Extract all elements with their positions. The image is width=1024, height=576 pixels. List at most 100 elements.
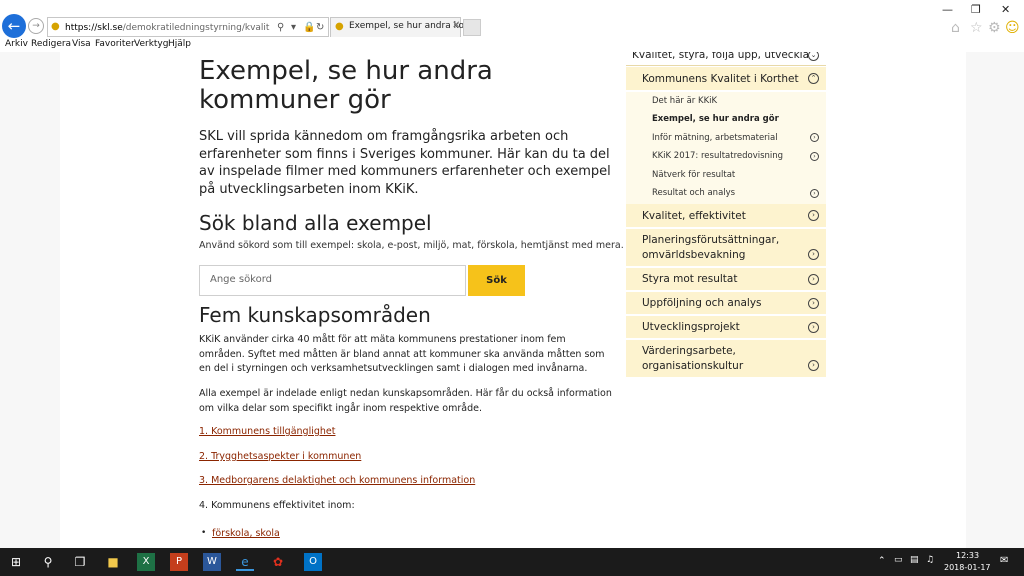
link-trygghetsaspekter[interactable]: 2. Trygghetsaspekter i kommunen — [199, 451, 361, 462]
internet-explorer-icon[interactable]: e — [236, 553, 254, 571]
windows-start-icon[interactable]: ⊞ — [7, 553, 25, 571]
sidebar-item-label: Värderingsarbete, organisationskultur — [642, 345, 744, 372]
home-icon[interactable]: ⌂ — [951, 20, 960, 36]
chevron-right-icon[interactable]: › — [810, 189, 819, 198]
sidebar-item-uppfoljning[interactable]: Uppföljning och analys › — [626, 292, 826, 315]
page-title: Exempel, se hur andra kommuner gör — [199, 56, 493, 115]
favorites-star-icon[interactable]: ☆ — [970, 20, 983, 36]
sidebar-sub-resultatredovisning[interactable]: KKiK 2017: resultatredovisning — [652, 151, 783, 161]
sidebar-sub-resultat-analys[interactable]: Resultat och analys — [652, 188, 735, 198]
menu-hjalp[interactable]: Hjälp — [168, 38, 191, 51]
taskbar: ⊞ ⚲ ❐ ■ X P W e ✿ O ⌃ ▭ ▤ ♫ 12:33 2018-0… — [0, 548, 1024, 576]
chevron-up-icon[interactable]: ⌃ — [878, 556, 886, 566]
address-bar[interactable]: ● https://skl.se/demokratiledningstyrnin… — [47, 17, 329, 37]
maximize-icon[interactable]: ❐ — [971, 3, 981, 16]
menu-favoriter[interactable]: Favoriter — [95, 38, 135, 51]
forward-arrow-icon[interactable]: → — [28, 18, 44, 34]
browser-chrome: ← → ● https://skl.se/demokratiledningsty… — [0, 0, 1024, 52]
battery-icon[interactable]: ▭ — [894, 555, 903, 565]
tab-title: Exempel, se hur andra kom... — [349, 21, 482, 31]
sidebar-sub-natverk[interactable]: Nätverk för resultat — [652, 170, 735, 180]
sidebar-sub-exempel[interactable]: Exempel, se hur andra gör — [652, 114, 779, 124]
new-tab-button[interactable] — [463, 19, 481, 36]
sidebar-item-varderingsarbete[interactable]: Värderingsarbete, organisationskultur › — [626, 340, 826, 378]
lock-icon[interactable]: 🔒 — [303, 20, 315, 36]
site-favicon-icon: ● — [51, 21, 60, 32]
search-button[interactable]: Sök — [468, 265, 525, 296]
excel-icon[interactable]: X — [137, 553, 155, 571]
sidebar-subnav: Det här är KKiK Exempel, se hur andra gö… — [626, 92, 826, 204]
chevron-right-icon: › — [808, 249, 819, 260]
word-icon[interactable]: W — [203, 553, 221, 571]
menu-arkiv[interactable]: Arkiv — [5, 38, 28, 51]
chevron-right-icon: › — [808, 360, 819, 371]
refresh-icon[interactable]: ↻ — [316, 20, 324, 36]
sidebar-item-top[interactable]: Kvalitet, styra, följa upp, utveckla ⌄ — [626, 52, 826, 66]
areas-heading: Fem kunskapsområden — [199, 303, 431, 327]
search-icon[interactable]: ⚲ — [39, 553, 57, 571]
sidebar-section-label: Kommunens Kvalitet i Korthet — [642, 73, 799, 85]
volume-icon[interactable]: ♫ — [926, 555, 934, 565]
area-effektivitet: 4. Kommunens effektivitet inom: — [199, 500, 355, 511]
chevron-up-icon: ⌃ — [808, 73, 819, 84]
sidebar-item-utvecklingsprojekt[interactable]: Utvecklingsprojekt › — [626, 316, 826, 339]
chevron-right-icon[interactable]: › — [810, 133, 819, 142]
smiley-feedback-icon[interactable]: ☺ — [1005, 20, 1020, 36]
sidebar-item-label: Planeringsförutsättningar, omvärldsbevak… — [642, 234, 780, 261]
chevron-right-icon: › — [808, 298, 819, 309]
clock-time[interactable]: 12:33 — [956, 551, 979, 560]
browser-tab[interactable]: ● Exempel, se hur andra kom... ✕ — [330, 17, 481, 37]
sidebar-item-styra[interactable]: Styra mot resultat › — [626, 268, 826, 291]
sidebar-section-kkik[interactable]: Kommunens Kvalitet i Korthet ⌃ — [626, 67, 826, 91]
tab-close-icon[interactable]: ✕ — [452, 20, 460, 31]
chevron-right-icon: › — [808, 210, 819, 221]
url-host: https://skl.se — [65, 23, 123, 33]
menu-bar: Arkiv Redigera Visa Favoriter Verktyg Hj… — [0, 38, 1024, 51]
sidebar-item-label: Styra mot resultat — [642, 273, 738, 285]
chevron-right-icon: › — [808, 322, 819, 333]
search-hint: Använd sökord som till exempel: skola, e… — [199, 240, 624, 251]
search-placeholder: Ange sökord — [210, 274, 273, 285]
gear-icon[interactable]: ⚙ — [988, 20, 1001, 36]
search-icon[interactable]: ⚲ — [277, 20, 284, 36]
link-delaktighet[interactable]: 3. Medborgarens delaktighet och kommunen… — [199, 475, 475, 486]
sidebar-sub-infor-matning[interactable]: Inför mätning, arbetsmaterial — [652, 133, 778, 143]
chevron-down-icon: ⌄ — [808, 52, 819, 61]
chevron-right-icon[interactable]: › — [810, 152, 819, 161]
bullet-icon: • — [201, 528, 207, 538]
page-viewport: Exempel, se hur andra kommuner gör SKL v… — [0, 52, 1024, 548]
sidebar-top-label: Kvalitet, styra, följa upp, utveckla — [632, 52, 810, 61]
menu-verktyg[interactable]: Verktyg — [134, 38, 168, 51]
clock-date[interactable]: 2018-01-17 — [944, 563, 991, 572]
search-input[interactable]: Ange sökord — [199, 265, 466, 296]
sidebar-nav: Kvalitet, styra, följa upp, utveckla ⌄ K… — [626, 52, 826, 378]
back-arrow-icon[interactable]: ← — [2, 14, 26, 38]
notifications-icon[interactable]: ✉ — [1000, 555, 1008, 566]
chevron-right-icon: › — [808, 274, 819, 285]
outlook-icon[interactable]: O — [304, 553, 322, 571]
acrobat-icon[interactable]: ✿ — [269, 553, 287, 571]
sidebar-item-label: Utvecklingsprojekt — [642, 321, 740, 333]
sidebar-item-label: Kvalitet, effektivitet — [642, 210, 746, 222]
menu-redigera[interactable]: Redigera — [31, 38, 71, 51]
network-icon[interactable]: ▤ — [910, 555, 919, 565]
link-tillganglighet[interactable]: 1. Kommunens tillgänglighet — [199, 426, 335, 437]
powerpoint-icon[interactable]: P — [170, 553, 188, 571]
areas-info: Alla exempel är indelade enligt nedan ku… — [199, 388, 612, 414]
dropdown-arrow-icon[interactable]: ▾ — [291, 20, 296, 36]
sidebar-item-planering[interactable]: Planeringsförutsättningar, omvärldsbevak… — [626, 229, 826, 267]
minimize-icon[interactable]: — — [942, 3, 953, 16]
sidebar-item-kvalitet[interactable]: Kvalitet, effektivitet › — [626, 204, 826, 228]
address-url[interactable]: https://skl.se/demokratiledningstyrning/… — [65, 20, 270, 36]
url-path: /demokratiledningstyrning/kvalitetstyraf… — [122, 23, 270, 33]
close-window-icon[interactable]: ✕ — [1001, 3, 1010, 16]
search-heading: Sök bland alla exempel — [199, 211, 432, 235]
menu-visa[interactable]: Visa — [72, 38, 91, 51]
content-area: Exempel, se hur andra kommuner gör SKL v… — [60, 52, 966, 548]
link-forskola-skola[interactable]: förskola, skola — [212, 528, 280, 539]
file-explorer-icon[interactable]: ■ — [104, 553, 122, 571]
sidebar-sub-det-har[interactable]: Det här är KKiK — [652, 96, 717, 106]
intro-text: SKL vill sprida kännedom om framgångsrik… — [199, 129, 611, 197]
task-view-icon[interactable]: ❐ — [71, 553, 89, 571]
tab-favicon-icon: ● — [335, 21, 344, 32]
